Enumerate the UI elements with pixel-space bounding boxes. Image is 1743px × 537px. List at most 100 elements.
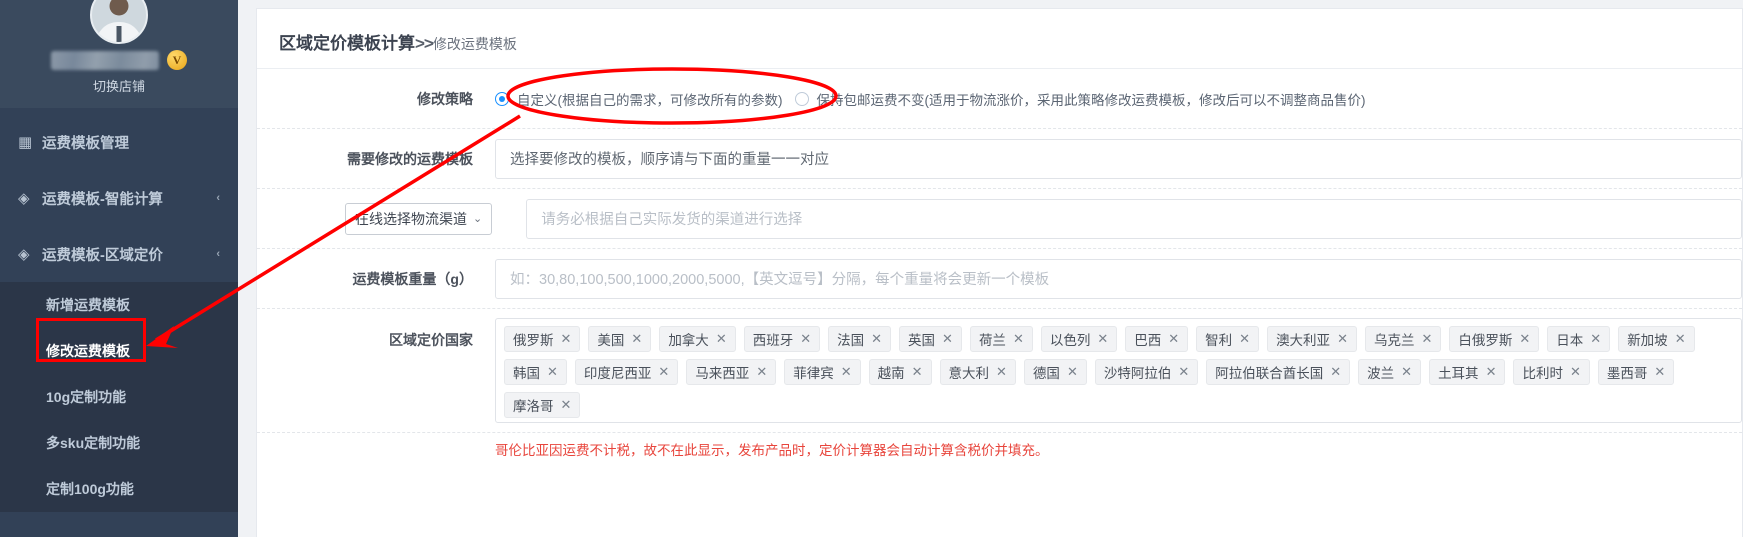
form-row-channel: 在线选择物流渠道 ⌄ 请务必根据自己实际发货的渠道进行选择 — [257, 189, 1742, 249]
close-icon[interactable]: ✕ — [871, 331, 882, 347]
channel-select-input[interactable]: 请务必根据自己实际发货的渠道进行选择 — [526, 198, 1742, 239]
close-icon[interactable]: ✕ — [1067, 364, 1078, 380]
sidebar-subitem-edit-template[interactable]: 修改运费模板 — [0, 328, 238, 374]
country-tag[interactable]: 英国 ✕ — [899, 326, 962, 352]
country-tag[interactable]: 越南 ✕ — [868, 359, 932, 385]
close-icon[interactable]: ✕ — [1570, 364, 1581, 380]
sidebar-item-smart-calc[interactable]: ◈ 运费模板-智能计算 ‹ — [0, 170, 238, 226]
close-icon[interactable]: ✕ — [1330, 364, 1341, 380]
close-icon[interactable]: ✕ — [561, 331, 572, 347]
sidebar-subitem-multi-sku[interactable]: 多sku定制功能 — [0, 420, 238, 466]
country-tag-label: 墨西哥 — [1606, 366, 1648, 381]
country-tag[interactable]: 西班牙 ✕ — [743, 326, 821, 352]
close-icon[interactable]: ✕ — [912, 364, 923, 380]
close-icon[interactable]: ✕ — [1590, 331, 1601, 347]
radio-strategy-custom[interactable]: 自定义(根据自己的需求，可修改所有的参数) — [495, 89, 783, 109]
country-tag[interactable]: 巴西 ✕ — [1125, 326, 1189, 352]
country-tag[interactable]: 比利时 ✕ — [1513, 359, 1590, 385]
close-icon[interactable]: ✕ — [1097, 331, 1108, 347]
country-tag-label: 韩国 — [513, 366, 540, 381]
countries-tag-list[interactable]: 俄罗斯 ✕ 美国 ✕ 加拿大 ✕ 西班牙 ✕ 法国 ✕ 英国 ✕ 荷兰 ✕ 以色列 ✕ 巴西 ✕ 智利 ✕ 澳大利亚 ✕ 乌… — [495, 318, 1742, 423]
country-tag-label: 德国 — [1032, 366, 1060, 381]
close-icon[interactable]: ✕ — [756, 364, 767, 380]
country-tag[interactable]: 波兰 ✕ — [1358, 359, 1422, 385]
country-tag[interactable]: 墨西哥 ✕ — [1597, 359, 1675, 385]
country-tag[interactable]: 加拿大 ✕ — [659, 326, 736, 352]
country-tag-label: 意大利 — [948, 366, 990, 381]
country-tag[interactable]: 乌克兰 ✕ — [1364, 326, 1442, 352]
sidebar-item-template-manage[interactable]: ▦ 运费模板管理 — [0, 114, 238, 170]
sidebar-subitem-100g[interactable]: 定制100g功能 — [0, 466, 238, 512]
radio-icon-checked[interactable] — [495, 91, 509, 106]
country-tag-label: 越南 — [877, 366, 905, 381]
close-icon[interactable]: ✕ — [800, 331, 811, 347]
close-icon[interactable]: ✕ — [1519, 331, 1530, 347]
country-tag[interactable]: 俄罗斯 ✕ — [504, 326, 581, 352]
sidebar-item-label: 运费模板-区域定价 — [42, 247, 163, 264]
channel-mode-select[interactable]: 在线选择物流渠道 ⌄ — [345, 202, 493, 235]
close-icon[interactable]: ✕ — [1239, 331, 1250, 347]
country-tag[interactable]: 意大利 ✕ — [939, 359, 1016, 385]
country-tag-label: 英国 — [908, 333, 936, 348]
app-root: V 切换店铺 ▦ 运费模板管理 ◈ 运费模板-智能计算 ‹ ◈ 运费模板-区域定… — [0, 0, 1743, 537]
close-icon[interactable]: ✕ — [996, 364, 1007, 380]
country-tag[interactable]: 澳大利亚 ✕ — [1267, 326, 1357, 352]
close-icon[interactable]: ✕ — [1401, 364, 1412, 380]
switch-shop-link[interactable]: 切换店铺 — [93, 76, 145, 95]
close-icon[interactable]: ✕ — [561, 397, 572, 413]
country-tag[interactable]: 韩国 ✕ — [504, 359, 567, 385]
sidebar-subitem-add-template[interactable]: 新增运费模板 — [0, 282, 238, 328]
form-row-countries: 区域定价国家 俄罗斯 ✕ 美国 ✕ 加拿大 ✕ 西班牙 ✕ 法国 ✕ 英国 ✕ 荷兰 ✕ 以色列 ✕ 巴西 ✕ 智利… — [257, 309, 1742, 433]
sidebar-subitem-10g[interactable]: 10g定制功能 — [0, 374, 238, 420]
weight-input[interactable]: 如：30,80,100,500,1000,2000,5000,【英文逗号】分隔，… — [495, 258, 1742, 299]
sidebar-item-zone-pricing[interactable]: ◈ 运费模板-区域定价 ‹ — [0, 226, 238, 282]
country-tag[interactable]: 阿拉伯联合酋长国 ✕ — [1206, 359, 1351, 385]
country-tag[interactable]: 日本 ✕ — [1547, 326, 1611, 352]
country-tag[interactable]: 新加坡 ✕ — [1618, 326, 1695, 352]
profile-name-row: V — [51, 50, 187, 70]
close-icon[interactable]: ✕ — [1178, 364, 1189, 380]
template-select-input[interactable]: 选择要修改的模板，顺序请与下面的重量一一对应 — [495, 138, 1742, 179]
close-icon[interactable]: ✕ — [1654, 364, 1665, 380]
country-tag[interactable]: 美国 ✕ — [588, 326, 652, 352]
radio-icon-unchecked[interactable] — [794, 91, 809, 106]
sidebar: V 切换店铺 ▦ 运费模板管理 ◈ 运费模板-智能计算 ‹ ◈ 运费模板-区域定… — [0, 0, 238, 537]
country-tag[interactable]: 荷兰 ✕ — [969, 326, 1033, 352]
country-tag-label: 比利时 — [1522, 366, 1563, 381]
country-tag-label: 土耳其 — [1438, 366, 1479, 381]
close-icon[interactable]: ✕ — [547, 364, 558, 380]
country-tag[interactable]: 摩洛哥 ✕ — [504, 392, 581, 418]
close-icon[interactable]: ✕ — [1013, 331, 1024, 347]
country-tag-label: 荷兰 — [978, 333, 1006, 348]
country-tag-label: 菲律宾 — [793, 366, 834, 381]
country-tag-label: 摩洛哥 — [513, 399, 554, 414]
sidebar-subitem-label: 修改运费模板 — [46, 343, 130, 359]
username-masked — [51, 50, 159, 70]
close-icon[interactable]: ✕ — [1168, 331, 1179, 347]
close-icon[interactable]: ✕ — [716, 331, 727, 347]
country-tag[interactable]: 马来西亚 ✕ — [686, 359, 777, 385]
country-tag[interactable]: 法国 ✕ — [828, 326, 892, 352]
close-icon[interactable]: ✕ — [841, 364, 852, 380]
country-tag[interactable]: 白俄罗斯 ✕ — [1449, 326, 1540, 352]
close-icon[interactable]: ✕ — [1486, 364, 1497, 380]
country-tag[interactable]: 智利 ✕ — [1196, 326, 1260, 352]
country-tag[interactable]: 土耳其 ✕ — [1429, 359, 1506, 385]
close-icon[interactable]: ✕ — [631, 331, 642, 347]
close-icon[interactable]: ✕ — [1337, 331, 1348, 347]
breadcrumb-primary[interactable]: 区域定价模板计算 — [279, 34, 415, 53]
country-tag[interactable]: 印度尼西亚 ✕ — [574, 359, 679, 385]
close-icon[interactable]: ✕ — [1421, 331, 1432, 347]
country-tag-label: 马来西亚 — [695, 366, 750, 381]
close-icon[interactable]: ✕ — [1675, 331, 1686, 347]
close-icon[interactable]: ✕ — [942, 331, 953, 347]
close-icon[interactable]: ✕ — [658, 364, 669, 380]
country-tag[interactable]: 德国 ✕ — [1023, 359, 1087, 385]
country-tag[interactable]: 菲律宾 ✕ — [784, 359, 861, 385]
country-tag-label: 西班牙 — [752, 333, 794, 348]
edit-shipping-template-form: 修改策略 自定义(根据自己的需求，可修改所有的参数) 保持包邮运费不变(适用于物… — [257, 69, 1742, 469]
country-tag[interactable]: 沙特阿拉伯 ✕ — [1094, 359, 1199, 385]
radio-strategy-keep-free-shipping[interactable]: 保持包邮运费不变(适用于物流涨价，采用此策略修改运费模板，修改后可以不调整商品售… — [794, 89, 1366, 109]
sidebar-subitem-label: 定制100g功能 — [46, 481, 134, 497]
country-tag[interactable]: 以色列 ✕ — [1040, 326, 1118, 352]
